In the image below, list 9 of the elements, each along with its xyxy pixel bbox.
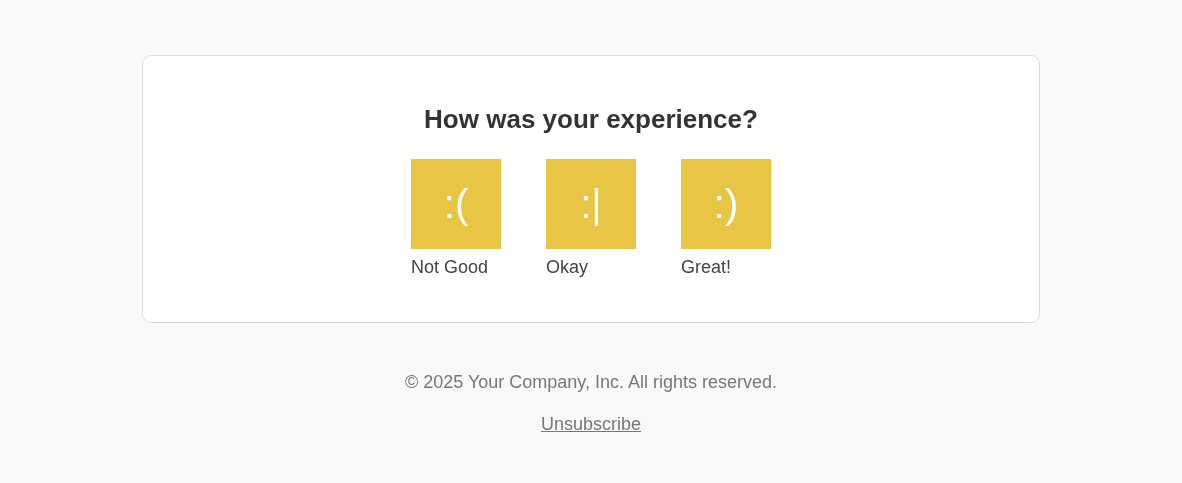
unsubscribe-link[interactable]: Unsubscribe [540, 412, 641, 436]
rating-button[interactable]: :) [681, 159, 771, 249]
rating-label: Okay [546, 256, 588, 278]
rating-button[interactable]: :| [546, 159, 636, 249]
rating-button[interactable]: :( [411, 159, 501, 249]
rating-label: Great! [681, 256, 732, 278]
survey-question: How was your experience? [424, 103, 758, 136]
rating-label: Not Good [411, 256, 489, 278]
copyright-text: © 2025 Your Company, Inc. All rights reserved. [404, 371, 778, 394]
